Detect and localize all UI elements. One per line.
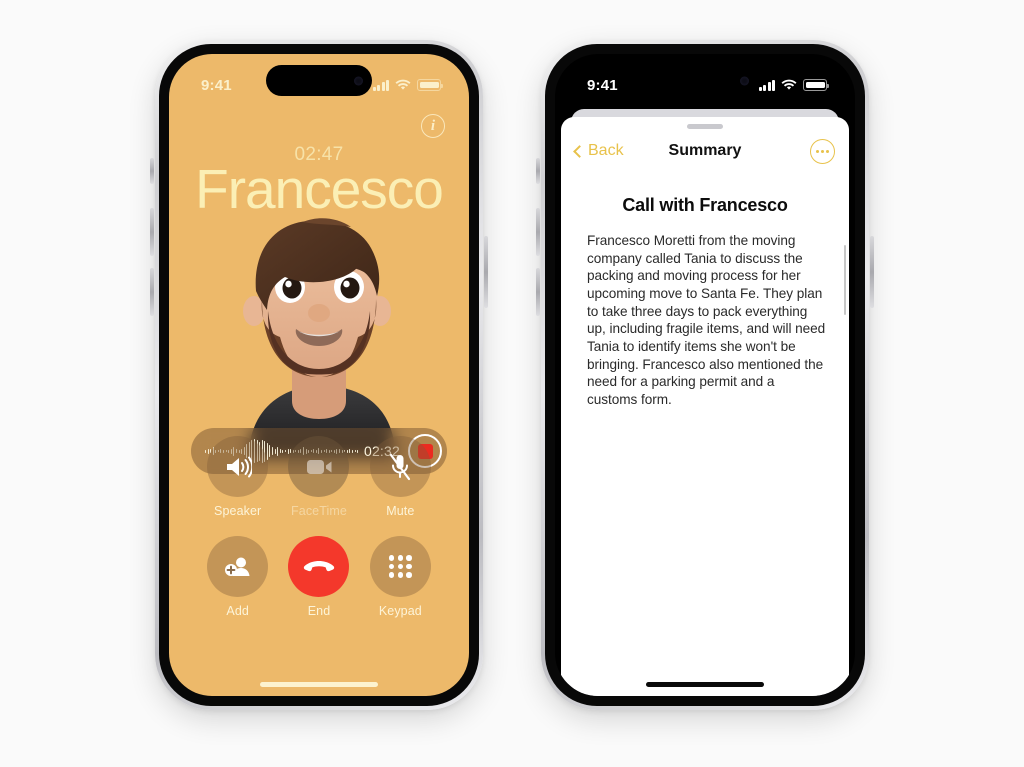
volume-up-hardware[interactable] (150, 208, 154, 256)
back-button[interactable]: Back (573, 142, 624, 160)
scroll-indicator[interactable] (843, 245, 846, 315)
control-label: FaceTime (291, 504, 347, 518)
phone-bezel-call: 9:41 i 02:47 Francesco 02:32 Speaker Fac… (159, 44, 479, 706)
control-label: End (307, 604, 331, 618)
control-label: Speaker (214, 504, 262, 518)
wifi-icon (395, 79, 411, 90)
call-controls-grid: Speaker FaceTime Mute Add End Keypad (169, 436, 469, 618)
power-button-hardware[interactable] (484, 236, 488, 308)
microphone-muted-icon (390, 453, 411, 480)
home-indicator[interactable] (646, 682, 764, 687)
call-info-icon[interactable]: i (421, 114, 445, 138)
volume-down-hardware[interactable] (536, 268, 540, 316)
home-indicator[interactable] (260, 682, 378, 687)
call-control-end[interactable]: End (278, 536, 359, 618)
call-control-speaker[interactable]: Speaker (197, 436, 278, 518)
add-call-button[interactable] (207, 536, 269, 597)
control-label: Mute (386, 504, 415, 518)
dynamic-island (652, 65, 758, 96)
call-control-mute[interactable]: Mute (360, 436, 441, 518)
cellular-bars-icon (372, 79, 389, 91)
phone-bezel-summary: 9:41 Back Summary Call with Francesco Fr… (545, 44, 865, 706)
speaker-button[interactable] (207, 436, 269, 497)
phone-device-call: 9:41 i 02:47 Francesco 02:32 Speaker Fac… (150, 40, 488, 710)
add-person-icon (224, 557, 250, 576)
status-indicators (758, 79, 829, 91)
front-camera-icon (354, 76, 363, 85)
call-screen: 9:41 i 02:47 Francesco 02:32 Speaker Fac… (169, 54, 469, 696)
summary-sheet: Back Summary Call with Francesco Frances… (561, 117, 849, 696)
phone-device-summary: 9:41 Back Summary Call with Francesco Fr… (536, 40, 874, 710)
more-options-button[interactable] (810, 138, 835, 164)
end-call-button[interactable] (288, 536, 350, 597)
battery-icon (417, 79, 443, 91)
control-label: Add (226, 604, 249, 618)
dynamic-island (266, 65, 372, 96)
mute-button[interactable] (369, 436, 431, 497)
mute-switch-hardware[interactable] (150, 158, 154, 184)
front-camera-icon (740, 76, 749, 85)
wifi-icon (781, 79, 797, 90)
end-call-icon (303, 560, 335, 571)
facetime-button[interactable] (288, 436, 350, 497)
call-control-add[interactable]: Add (197, 536, 278, 618)
volume-up-hardware[interactable] (536, 208, 540, 256)
keypad-icon (388, 555, 412, 578)
sheet-navigation-bar: Back Summary (561, 129, 849, 173)
status-time: 9:41 (201, 76, 232, 94)
back-button-label: Back (588, 142, 624, 159)
battery-icon (803, 79, 829, 91)
call-control-keypad[interactable]: Keypad (360, 536, 441, 618)
volume-down-hardware[interactable] (150, 268, 154, 316)
status-time: 9:41 (587, 76, 618, 94)
caller-name: Francesco (195, 158, 444, 220)
mute-switch-hardware[interactable] (536, 158, 540, 184)
chevron-left-icon (573, 144, 586, 158)
summary-body-text: Francesco Moretti from the moving compan… (587, 233, 826, 408)
speaker-icon (226, 456, 252, 477)
call-control-facetime[interactable]: FaceTime (278, 436, 359, 518)
status-indicators (372, 79, 443, 91)
summary-heading: Call with Francesco (622, 195, 788, 215)
memoji-avatar (243, 218, 396, 458)
screenshot-canvas: 9:41 i 02:47 Francesco 02:32 Speaker Fac… (0, 0, 1024, 767)
video-camera-icon (306, 459, 332, 474)
power-button-hardware[interactable] (870, 236, 874, 308)
cellular-bars-icon (758, 79, 775, 91)
keypad-button[interactable] (369, 536, 431, 597)
control-label: Keypad (378, 604, 422, 618)
summary-screen: 9:41 Back Summary Call with Francesco Fr… (555, 54, 855, 696)
